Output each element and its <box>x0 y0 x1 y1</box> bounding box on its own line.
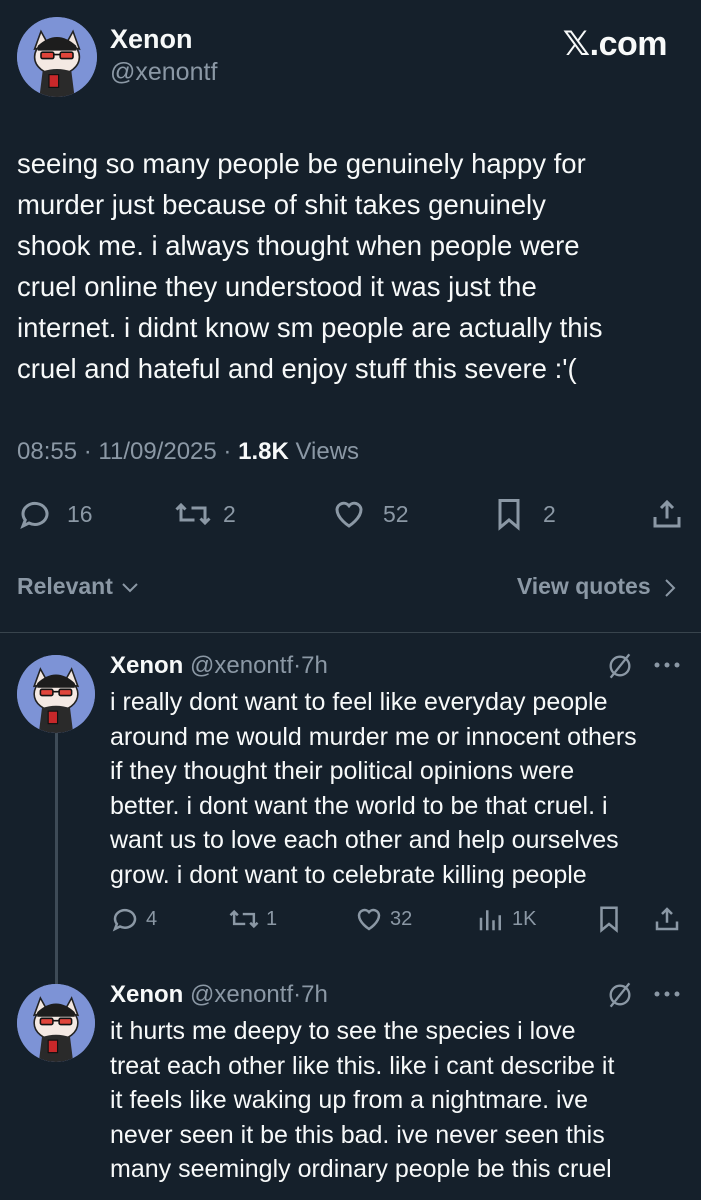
tweet-text: seeing so many people be genuinely happy… <box>17 148 603 384</box>
repost-count: 2 <box>223 500 236 527</box>
tweet-date[interactable]: 11/09/2025 <box>98 438 216 465</box>
share-icon <box>655 907 679 931</box>
repost-button[interactable]: 1 <box>228 904 277 934</box>
bookmark-button[interactable] <box>594 904 624 934</box>
tweet-actions: 16 2 52 2 <box>17 496 685 536</box>
x-brand-logo: 𝕏.com <box>562 25 668 63</box>
reply-age[interactable]: 7h <box>301 652 328 679</box>
tweet-time[interactable]: 08:55 <box>17 438 77 465</box>
author-name[interactable]: Xenon <box>110 24 193 55</box>
tweet-meta: 08:55 · 11/09/2025 · 1.8K Views <box>17 438 359 466</box>
divider <box>0 632 701 633</box>
repost-button[interactable]: 2 <box>173 496 236 532</box>
like-icon <box>335 501 363 528</box>
sort-dropdown[interactable]: Relevant <box>17 573 139 600</box>
bookmark-icon <box>600 906 618 933</box>
avatar[interactable] <box>17 17 97 97</box>
reply-icon <box>112 908 137 932</box>
reply-author-handle[interactable]: @xenontf <box>190 652 293 679</box>
chevron-down-icon <box>122 583 138 593</box>
chevron-right-icon <box>665 579 676 597</box>
meta-separator: · <box>293 652 302 679</box>
share-button[interactable] <box>649 496 685 532</box>
author-handle[interactable]: @xenontf <box>110 58 217 87</box>
views-count: 1.8K <box>238 438 289 465</box>
reply-author-name[interactable]: Xenon <box>110 652 183 679</box>
like-button[interactable]: 52 <box>331 496 409 532</box>
bookmark-count: 2 <box>543 500 556 527</box>
reply-author-name[interactable]: Xenon <box>110 981 183 1008</box>
avatar[interactable] <box>17 655 95 733</box>
reply-button[interactable]: 16 <box>17 496 93 532</box>
thread-connector <box>55 733 58 985</box>
views-icon <box>479 910 501 931</box>
meta-separator: · <box>293 981 302 1008</box>
meta-separator: · <box>223 438 232 465</box>
like-count: 52 <box>383 500 409 527</box>
reply-button[interactable]: 4 <box>110 904 157 934</box>
repost-icon <box>229 909 259 929</box>
reply-text: i really dont want to feel like everyday… <box>110 688 637 889</box>
grok-icon[interactable] <box>606 981 634 1009</box>
reply-count: 16 <box>67 500 93 527</box>
view-quotes-label: View quotes <box>516 573 651 599</box>
reply-icon <box>20 501 49 530</box>
repost-count: 1 <box>266 907 278 930</box>
reply-age[interactable]: 7h <box>301 981 328 1008</box>
views-button[interactable]: 1K <box>476 904 536 934</box>
like-button[interactable]: 32 <box>354 904 412 934</box>
views-count: 1K <box>512 907 537 930</box>
view-quotes-link[interactable]: View quotes <box>517 573 677 600</box>
grok-icon[interactable] <box>606 652 634 680</box>
bookmark-button[interactable]: 2 <box>491 496 556 532</box>
share-icon <box>653 499 681 528</box>
sort-label: Relevant <box>17 573 113 599</box>
bookmark-icon <box>498 499 520 531</box>
like-icon <box>357 908 381 931</box>
like-count: 32 <box>390 907 413 930</box>
reply-header: Xenon @xenontf·7h <box>110 652 328 680</box>
avatar[interactable] <box>17 984 95 1062</box>
reply-text: it hurts me deepy to see the species i l… <box>110 1017 615 1183</box>
meta-separator: · <box>83 438 92 465</box>
share-button[interactable] <box>652 904 682 934</box>
views-label: Views <box>295 438 360 465</box>
more-icon[interactable] <box>652 657 682 673</box>
more-icon[interactable] <box>652 986 682 1002</box>
reply-author-handle[interactable]: @xenontf <box>190 981 293 1008</box>
reply-count: 4 <box>146 907 158 930</box>
repost-icon <box>175 502 211 526</box>
reply-header: Xenon @xenontf·7h <box>110 981 328 1009</box>
